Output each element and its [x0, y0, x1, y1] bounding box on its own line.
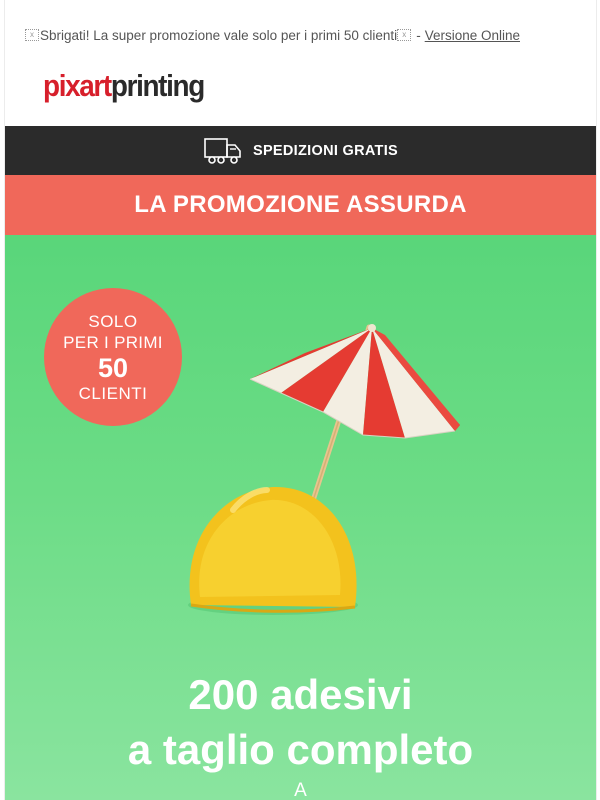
broken-emoji-icon: x	[25, 29, 39, 41]
hero-subtext: A	[294, 780, 307, 800]
truck-icon	[204, 137, 241, 164]
headline-line-1: 200 adesivi	[188, 671, 413, 718]
broken-emoji-icon: x	[397, 29, 412, 41]
hero-headline: 200 adesivi a taglio completo	[5, 667, 596, 777]
hero-banner[interactable]: SOLO PER I PRIMI 50 CLIENTI 200 adesivi …	[5, 235, 596, 800]
logo-part-pixart: pixart	[43, 68, 112, 103]
promo-bar[interactable]: LA PROMOZIONE ASSURDA	[5, 175, 596, 235]
badge-line-clienti: CLIENTI	[78, 383, 148, 403]
umbrella-canopy	[249, 324, 460, 439]
lemon	[189, 486, 357, 613]
offer-badge: SOLO PER I PRIMI 50 CLIENTI	[44, 288, 182, 426]
headline-line-2: a taglio completo	[127, 726, 474, 773]
pixartprinting-logo[interactable]: pixartprinting	[43, 68, 205, 104]
preheader-separator: -	[416, 27, 421, 43]
promo-label: LA PROMOZIONE ASSURDA	[134, 191, 467, 218]
badge-number: 50	[97, 352, 129, 383]
shipping-bar[interactable]: SPEDIZIONI GRATIS	[5, 126, 596, 175]
online-version-link[interactable]: Versione Online	[425, 28, 520, 43]
email-container: x Sbrigati! La super promozione vale sol…	[4, 0, 597, 800]
preheader-text: Sbrigati! La super promozione vale solo …	[40, 27, 398, 43]
badge-line-per-i-primi: PER I PRIMI	[63, 332, 163, 352]
badge-line-solo: SOLO	[88, 311, 138, 331]
preheader: x Sbrigati! La super promozione vale sol…	[25, 25, 585, 45]
shipping-label: SPEDIZIONI GRATIS	[252, 142, 398, 159]
logo-part-printing: printing	[110, 68, 205, 103]
